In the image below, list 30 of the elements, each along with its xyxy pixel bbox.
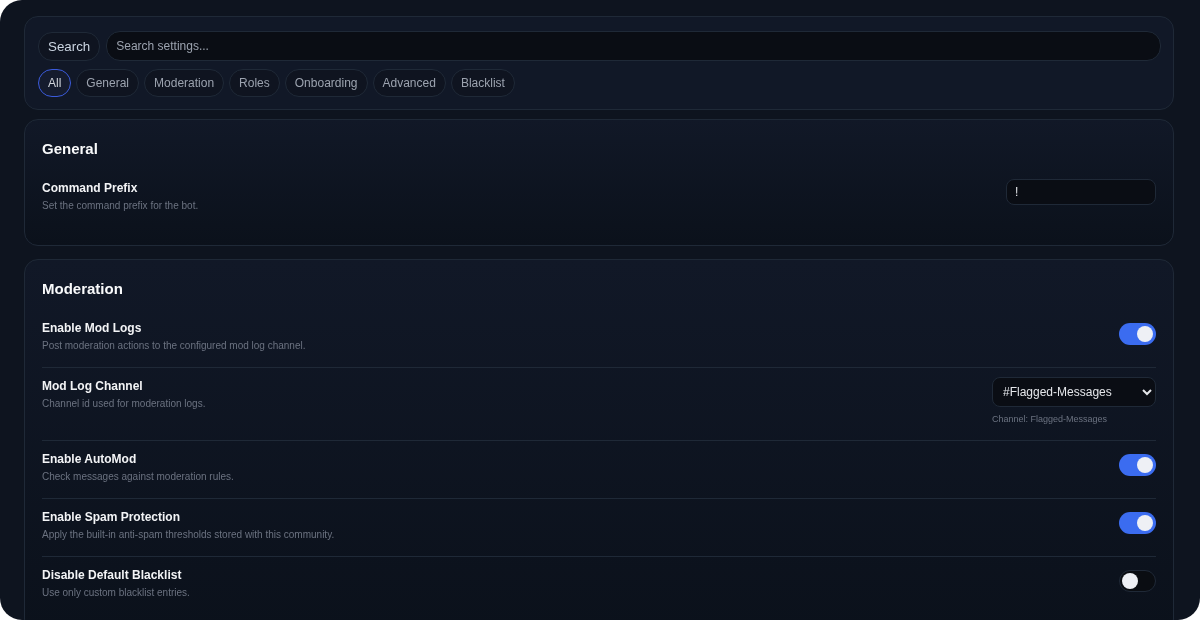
toggle-switch[interactable] [1119, 454, 1156, 476]
filter-tab[interactable]: Onboarding [284, 69, 368, 97]
filter-tab[interactable]: Advanced [372, 69, 446, 97]
setting-title: Mod Log Channel [42, 379, 144, 393]
setting-title: Enable Mod Logs [42, 321, 143, 335]
filter-tab[interactable]: Roles [229, 69, 280, 97]
channel-dropdown[interactable]: #Flagged-Messages [992, 377, 1156, 407]
setting-description: Use only custom blacklist entries. [42, 587, 190, 598]
section-title: Moderation [42, 280, 124, 297]
toggle-switch[interactable] [1119, 570, 1156, 592]
section-title: General [42, 140, 99, 157]
toggle-switch[interactable] [1119, 323, 1156, 345]
setting-description: Check messages against moderation rules. [42, 471, 234, 482]
toggle-switch[interactable] [1119, 512, 1156, 534]
setting-title: Command Prefix [42, 181, 139, 195]
prefix-field[interactable]: ! [1006, 179, 1156, 205]
setting-description: Set the command prefix for the bot. [42, 200, 199, 211]
filter-tab[interactable]: General [76, 69, 140, 97]
search-field[interactable]: Search settings... [106, 31, 1161, 61]
search-button[interactable]: Search [38, 31, 101, 61]
setting-title: Disable Default Blacklist [42, 568, 183, 582]
setting-title: Enable Spam Protection [42, 510, 182, 524]
channel-hint: Channel: Flagged-Messages [992, 414, 1108, 424]
filter-tab[interactable]: All [38, 69, 72, 97]
setting-description: Apply the built-in anti-spam thresholds stored with this community. [42, 529, 335, 540]
filter-tab[interactable]: Blacklist [450, 69, 515, 97]
setting-description: Channel id used for moderation logs. [42, 398, 206, 409]
filter-tab[interactable]: Moderation [144, 69, 225, 97]
setting-title: Enable AutoMod [42, 452, 138, 466]
setting-description: Post moderation actions to the configured mod log channel. [42, 340, 306, 351]
